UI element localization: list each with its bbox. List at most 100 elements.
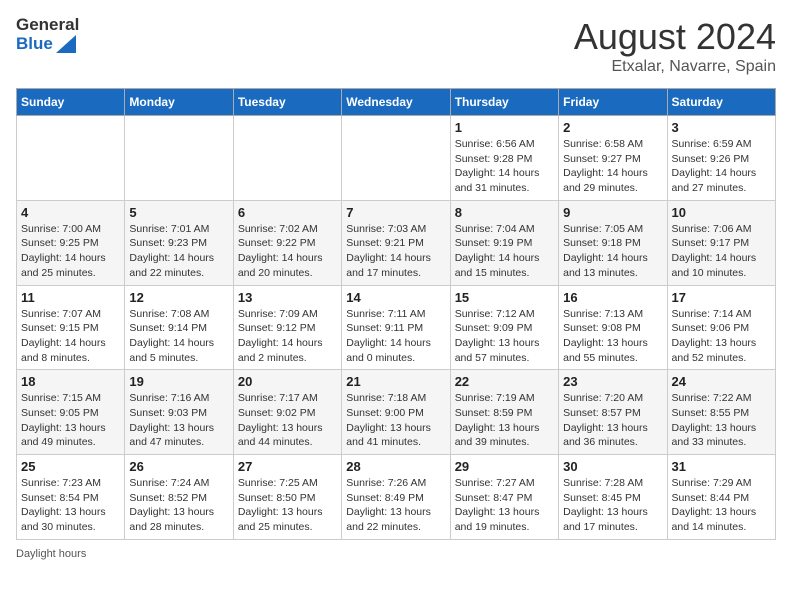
calendar-cell-w1-d6: 2Sunrise: 6:58 AMSunset: 9:27 PMDaylight…	[559, 116, 667, 201]
week-row-2: 4 Sunrise: 7:00 AMSunset: 9:25 PMDaylight…	[17, 200, 776, 285]
day-info: Sunrise: 7:26 AMSunset: 8:49 PMDaylight:…	[346, 476, 445, 535]
day-number: 4	[21, 205, 120, 220]
day-number: 24	[672, 374, 771, 389]
day-info: Sunrise: 7:07 AMSunset: 9:15 PMDaylight:…	[21, 307, 120, 366]
calendar-cell-w3-d1: 11 Sunrise: 7:07 AMSunset: 9:15 PMDayligh…	[17, 285, 125, 370]
week-row-3: 11 Sunrise: 7:07 AMSunset: 9:15 PMDayligh…	[17, 285, 776, 370]
calendar-cell-w5-d4: 28 Sunrise: 7:26 AMSunset: 8:49 PMDayligh…	[342, 455, 450, 540]
calendar-cell-w4-d3: 20Sunrise: 7:17 AMSunset: 9:02 PMDayligh…	[233, 370, 341, 455]
calendar-header-row: SundayMondayTuesdayWednesdayThursdayFrid…	[17, 89, 776, 116]
day-info: Sunrise: 7:27 AMSunset: 8:47 PMDaylight:…	[455, 476, 554, 535]
day-info: Sunrise: 7:05 AMSunset: 9:18 PMDaylight:…	[563, 222, 662, 281]
day-info: Sunrise: 7:25 AMSunset: 8:50 PMDaylight:…	[238, 476, 337, 535]
logo: General Blue	[16, 16, 79, 53]
day-number: 30	[563, 459, 662, 474]
day-info: Sunrise: 7:00 AMSunset: 9:25 PMDaylight:…	[21, 222, 120, 281]
day-number: 20	[238, 374, 337, 389]
day-info: Sunrise: 7:11 AMSunset: 9:11 PMDaylight:…	[346, 307, 445, 366]
calendar-cell-w5-d2: 26 Sunrise: 7:24 AMSunset: 8:52 PMDayligh…	[125, 455, 233, 540]
day-info: Sunrise: 7:18 AMSunset: 9:00 PMDaylight:…	[346, 391, 445, 450]
day-number: 18	[21, 374, 120, 389]
day-info: Sunrise: 7:24 AMSunset: 8:52 PMDaylight:…	[129, 476, 228, 535]
day-number: 23	[563, 374, 662, 389]
calendar-cell-w1-d3	[233, 116, 341, 201]
calendar-cell-w1-d7: 3 Sunrise: 6:59 AMSunset: 9:26 PMDaylight…	[667, 116, 775, 201]
day-number: 28	[346, 459, 445, 474]
day-info: Sunrise: 7:08 AMSunset: 9:14 PMDaylight:…	[129, 307, 228, 366]
calendar-cell-w2-d7: 10 Sunrise: 7:06 AMSunset: 9:17 PMDayligh…	[667, 200, 775, 285]
logo-triangle-icon	[56, 35, 76, 53]
header-monday: Monday	[125, 89, 233, 116]
day-info: Sunrise: 7:06 AMSunset: 9:17 PMDaylight:…	[672, 222, 771, 281]
header-thursday: Thursday	[450, 89, 558, 116]
logo-general-text: General	[16, 16, 79, 35]
logo-blue-text: Blue	[16, 35, 79, 54]
day-number: 31	[672, 459, 771, 474]
location: Etxalar, Navarre, Spain	[574, 58, 776, 76]
day-number: 12	[129, 290, 228, 305]
day-number: 11	[21, 290, 120, 305]
day-number: 9	[563, 205, 662, 220]
calendar-cell-w2-d3: 6 Sunrise: 7:02 AMSunset: 9:22 PMDaylight…	[233, 200, 341, 285]
calendar-cell-w3-d2: 12 Sunrise: 7:08 AMSunset: 9:14 PMDayligh…	[125, 285, 233, 370]
calendar-cell-w5-d6: 30 Sunrise: 7:28 AMSunset: 8:45 PMDayligh…	[559, 455, 667, 540]
calendar-cell-w2-d4: 7 Sunrise: 7:03 AMSunset: 9:21 PMDaylight…	[342, 200, 450, 285]
day-info: Sunrise: 7:20 AMSunset: 8:57 PMDaylight:…	[563, 391, 662, 450]
day-info: Sunrise: 7:14 AMSunset: 9:06 PMDaylight:…	[672, 307, 771, 366]
day-number: 21	[346, 374, 445, 389]
header-tuesday: Tuesday	[233, 89, 341, 116]
calendar-cell-w3-d6: 16Sunrise: 7:13 AMSunset: 9:08 PMDayligh…	[559, 285, 667, 370]
calendar-cell-w1-d5: 1 Sunrise: 6:56 AMSunset: 9:28 PMDaylight…	[450, 116, 558, 201]
day-info: Sunrise: 7:22 AMSunset: 8:55 PMDaylight:…	[672, 391, 771, 450]
week-row-5: 25Sunrise: 7:23 AMSunset: 8:54 PMDayligh…	[17, 455, 776, 540]
day-number: 1	[455, 120, 554, 135]
day-info: Sunrise: 7:09 AMSunset: 9:12 PMDaylight:…	[238, 307, 337, 366]
week-row-4: 18Sunrise: 7:15 AMSunset: 9:05 PMDayligh…	[17, 370, 776, 455]
day-info: Sunrise: 6:56 AMSunset: 9:28 PMDaylight:…	[455, 137, 554, 196]
footer-note: Daylight hours	[16, 548, 776, 560]
day-number: 6	[238, 205, 337, 220]
day-info: Sunrise: 7:12 AMSunset: 9:09 PMDaylight:…	[455, 307, 554, 366]
calendar-cell-w1-d2	[125, 116, 233, 201]
day-info: Sunrise: 7:13 AMSunset: 9:08 PMDaylight:…	[563, 307, 662, 366]
header-wednesday: Wednesday	[342, 89, 450, 116]
day-info: Sunrise: 7:28 AMSunset: 8:45 PMDaylight:…	[563, 476, 662, 535]
header-saturday: Saturday	[667, 89, 775, 116]
header-sunday: Sunday	[17, 89, 125, 116]
calendar-cell-w1-d4	[342, 116, 450, 201]
header: General Blue August 2024 Etxalar, Navarr…	[16, 16, 776, 76]
day-info: Sunrise: 7:01 AMSunset: 9:23 PMDaylight:…	[129, 222, 228, 281]
calendar-cell-w3-d3: 13Sunrise: 7:09 AMSunset: 9:12 PMDayligh…	[233, 285, 341, 370]
calendar-cell-w4-d2: 19 Sunrise: 7:16 AMSunset: 9:03 PMDayligh…	[125, 370, 233, 455]
day-number: 15	[455, 290, 554, 305]
day-number: 22	[455, 374, 554, 389]
day-number: 14	[346, 290, 445, 305]
day-number: 19	[129, 374, 228, 389]
calendar-cell-w1-d1	[17, 116, 125, 201]
calendar-cell-w4-d6: 23 Sunrise: 7:20 AMSunset: 8:57 PMDayligh…	[559, 370, 667, 455]
day-number: 10	[672, 205, 771, 220]
day-number: 26	[129, 459, 228, 474]
day-info: Sunrise: 6:59 AMSunset: 9:26 PMDaylight:…	[672, 137, 771, 196]
calendar-cell-w3-d7: 17 Sunrise: 7:14 AMSunset: 9:06 PMDayligh…	[667, 285, 775, 370]
calendar-cell-w3-d5: 15 Sunrise: 7:12 AMSunset: 9:09 PMDayligh…	[450, 285, 558, 370]
day-info: Sunrise: 7:02 AMSunset: 9:22 PMDaylight:…	[238, 222, 337, 281]
title-block: August 2024 Etxalar, Navarre, Spain	[574, 16, 776, 76]
day-info: Sunrise: 7:03 AMSunset: 9:21 PMDaylight:…	[346, 222, 445, 281]
week-row-1: 1 Sunrise: 6:56 AMSunset: 9:28 PMDaylight…	[17, 116, 776, 201]
calendar-cell-w2-d1: 4 Sunrise: 7:00 AMSunset: 9:25 PMDaylight…	[17, 200, 125, 285]
day-number: 3	[672, 120, 771, 135]
day-number: 7	[346, 205, 445, 220]
day-info: Sunrise: 7:23 AMSunset: 8:54 PMDaylight:…	[21, 476, 120, 535]
calendar-cell-w4-d5: 22 Sunrise: 7:19 AMSunset: 8:59 PMDayligh…	[450, 370, 558, 455]
month-year: August 2024	[574, 16, 776, 58]
calendar-cell-w2-d2: 5Sunrise: 7:01 AMSunset: 9:23 PMDaylight…	[125, 200, 233, 285]
day-number: 27	[238, 459, 337, 474]
day-info: Sunrise: 7:16 AMSunset: 9:03 PMDaylight:…	[129, 391, 228, 450]
day-info: Sunrise: 7:04 AMSunset: 9:19 PMDaylight:…	[455, 222, 554, 281]
calendar-cell-w2-d5: 8Sunrise: 7:04 AMSunset: 9:19 PMDaylight…	[450, 200, 558, 285]
calendar-cell-w5-d7: 31Sunrise: 7:29 AMSunset: 8:44 PMDayligh…	[667, 455, 775, 540]
day-number: 17	[672, 290, 771, 305]
day-info: Sunrise: 7:19 AMSunset: 8:59 PMDaylight:…	[455, 391, 554, 450]
header-friday: Friday	[559, 89, 667, 116]
